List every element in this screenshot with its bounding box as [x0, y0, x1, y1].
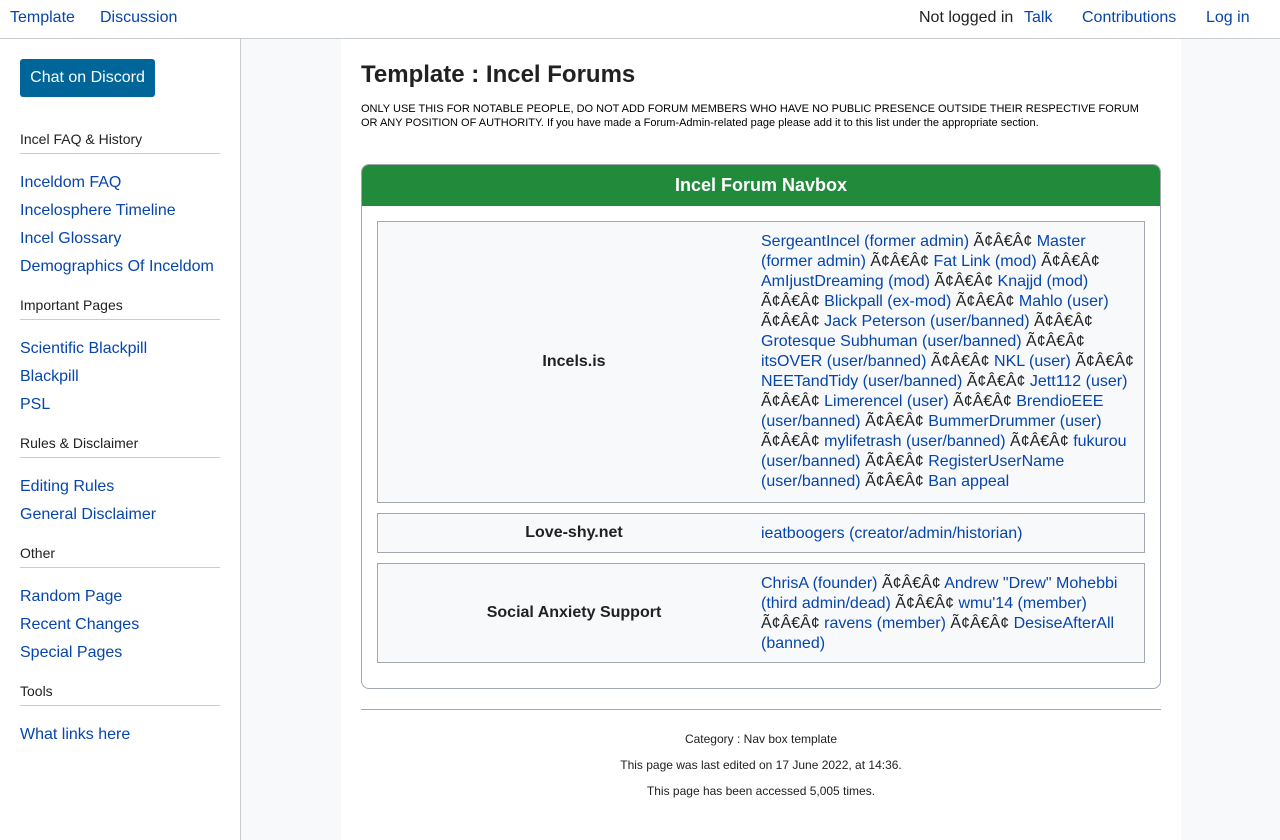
- navbox-link[interactable]: wmu'14 (member): [958, 595, 1086, 612]
- navbox-link[interactable]: Jett112 (user): [1030, 373, 1128, 390]
- sidebar-item-scientific-blackpill[interactable]: Scientific Blackpill: [20, 340, 147, 358]
- sidebar-item-incelosphere-timeline[interactable]: Incelosphere Timeline: [20, 202, 176, 220]
- navbox-list: SergeantIncel (former admin) Ã¢Â€Â¢ Mast…: [761, 232, 1139, 492]
- navbox-separator: Ã¢Â€Â¢: [860, 473, 929, 490]
- navbox-separator: Ã¢Â€Â¢: [860, 453, 929, 470]
- navbox-link[interactable]: BummerDrummer (user): [928, 413, 1101, 430]
- navbox-link[interactable]: mylifetrash (user/banned): [824, 433, 1005, 450]
- navbox-group-name: Love-shy.net: [525, 524, 623, 541]
- navbox-separator: Ã¢Â€Â¢: [962, 373, 1030, 390]
- navbox-separator: Ã¢Â€Â¢: [761, 293, 825, 310]
- navbox-link[interactable]: ChrisA (founder): [761, 575, 878, 592]
- login-link[interactable]: Log in: [1206, 9, 1250, 27]
- navbox-link[interactable]: Limerencel (user): [824, 393, 948, 410]
- navbox-separator: Ã¢Â€Â¢: [761, 433, 825, 450]
- sidebar-item-recent-changes[interactable]: Recent Changes: [20, 616, 139, 634]
- footer-divider: [361, 709, 1161, 710]
- navbox-link[interactable]: ieatboogers (creator/admin/historian): [761, 525, 1022, 542]
- navbox-link[interactable]: Grotesque Subhuman (user/banned): [761, 333, 1022, 350]
- navbox-separator: Ã¢Â€Â¢: [877, 575, 945, 592]
- navbox-title: Incel Forum Navbox: [362, 165, 1160, 206]
- sidebar-heading-faq: Incel FAQ & History: [20, 131, 220, 154]
- navbox-separator: Ã¢Â€Â¢: [1036, 253, 1100, 270]
- navbox: Incel Forum Navbox Incels.is SergeantInc…: [361, 164, 1161, 689]
- navbox-separator: Ã¢Â€Â¢: [860, 413, 929, 430]
- navbox-link[interactable]: AmIjustDreaming (mod): [761, 273, 930, 290]
- sidebar-item-random-page[interactable]: Random Page: [20, 588, 122, 606]
- footer-accessed: This page has been accessed 5,005 times.: [646, 784, 876, 798]
- navbox-link[interactable]: NEETandTidy (user/banned): [761, 373, 962, 390]
- chat-on-discord-button[interactable]: Chat on Discord: [20, 59, 155, 97]
- navbox-link[interactable]: Ban appeal: [928, 473, 1009, 490]
- sidebar: Chat on Discord Incel FAQ & History Ince…: [0, 39, 241, 840]
- navbox-separator: Ã¢Â€Â¢: [1070, 353, 1134, 370]
- page-title: Template : Incel Forums: [361, 61, 636, 88]
- sidebar-item-what-links-here[interactable]: What links here: [20, 726, 130, 744]
- talk-link[interactable]: Talk: [1024, 9, 1052, 27]
- navbox-row-incels-is: Incels.is SergeantIncel (former admin) Ã…: [377, 221, 1145, 503]
- sidebar-item-incel-glossary[interactable]: Incel Glossary: [20, 230, 121, 248]
- navbox-link[interactable]: SergeantIncel (former admin): [761, 233, 969, 250]
- sidebar-heading-rules: Rules & Disclaimer: [20, 435, 220, 458]
- footer-last-edited: This page was last edited on 17 June 202…: [620, 758, 902, 772]
- navbox-separator: Ã¢Â€Â¢: [1005, 433, 1074, 450]
- navbox-link[interactable]: Jack Peterson (user/banned): [824, 313, 1029, 330]
- navbox-separator: Ã¢Â€Â¢: [926, 353, 995, 370]
- navbox-group-name: Social Anxiety Support: [486, 604, 662, 621]
- sidebar-item-blackpill[interactable]: Blackpill: [20, 368, 79, 386]
- navbox-row-social-anxiety: Social Anxiety Support ChrisA (founder) …: [377, 563, 1145, 663]
- navbox-link[interactable]: Mahlo (user): [1019, 293, 1109, 310]
- navbox-link[interactable]: Fat Link (mod): [934, 253, 1037, 270]
- sidebar-item-demographics[interactable]: Demographics Of Inceldom: [20, 258, 214, 276]
- sidebar-heading-tools: Tools: [20, 683, 220, 706]
- footer-category: Category : Nav box template: [341, 732, 1181, 746]
- navbox-group-name: Incels.is: [542, 353, 606, 370]
- navbox-separator: Ã¢Â€Â¢: [761, 313, 825, 330]
- navbox-link[interactable]: NKL (user): [994, 353, 1071, 370]
- top-bar: Template Discussion Not logged in Talk C…: [0, 0, 1280, 39]
- navbox-separator: Ã¢Â€Â¢: [761, 393, 825, 410]
- navbox-link[interactable]: ravens (member): [824, 615, 946, 632]
- sidebar-item-special-pages[interactable]: Special Pages: [20, 644, 122, 662]
- main-content: Template : Incel Forums ONLY USE THIS FO…: [341, 39, 1181, 840]
- navbox-list: ieatboogers (creator/admin/historian): [761, 524, 1139, 544]
- category-link[interactable]: Category : Nav box template: [685, 732, 837, 746]
- sidebar-item-psl[interactable]: PSL: [20, 396, 50, 414]
- navbox-link[interactable]: itsOVER (user/banned): [761, 353, 926, 370]
- sidebar-item-general-disclaimer[interactable]: General Disclaimer: [20, 506, 156, 524]
- sidebar-heading-important: Important Pages: [20, 297, 220, 320]
- navbox-separator: Ã¢Â€Â¢: [865, 253, 934, 270]
- navbox-separator: Ã¢Â€Â¢: [890, 595, 959, 612]
- navbox-separator: Ã¢Â€Â¢: [1021, 333, 1085, 350]
- sidebar-heading-other: Other: [20, 545, 220, 568]
- navbox-link[interactable]: Knajjd (mod): [998, 273, 1089, 290]
- navbox-list: ChrisA (founder) Ã¢Â€Â¢ Andrew "Drew" Mo…: [761, 574, 1139, 654]
- navbox-link[interactable]: Blickpall (ex-mod): [824, 293, 951, 310]
- contributions-link[interactable]: Contributions: [1082, 9, 1176, 27]
- not-logged-in-label: Not logged in: [919, 9, 1014, 26]
- sidebar-item-inceldom-faq[interactable]: Inceldom FAQ: [20, 174, 121, 192]
- navbox-separator: Ã¢Â€Â¢: [951, 293, 1019, 310]
- page-notice: ONLY USE THIS FOR NOTABLE PEOPLE, DO NOT…: [361, 103, 1139, 129]
- tab-template[interactable]: Template: [10, 9, 75, 27]
- tab-discussion[interactable]: Discussion: [100, 9, 177, 27]
- navbox-separator: Ã¢Â€Â¢: [1029, 313, 1093, 330]
- navbox-separator: Ã¢Â€Â¢: [761, 615, 825, 632]
- navbox-separator: Ã¢Â€Â¢: [929, 273, 998, 290]
- navbox-separator: Ã¢Â€Â¢: [969, 233, 1037, 250]
- navbox-row-love-shy: Love-shy.net ieatboogers (creator/admin/…: [377, 513, 1145, 553]
- navbox-separator: Ã¢Â€Â¢: [948, 393, 1017, 410]
- sidebar-item-editing-rules[interactable]: Editing Rules: [20, 478, 114, 496]
- navbox-separator: Ã¢Â€Â¢: [945, 615, 1014, 632]
